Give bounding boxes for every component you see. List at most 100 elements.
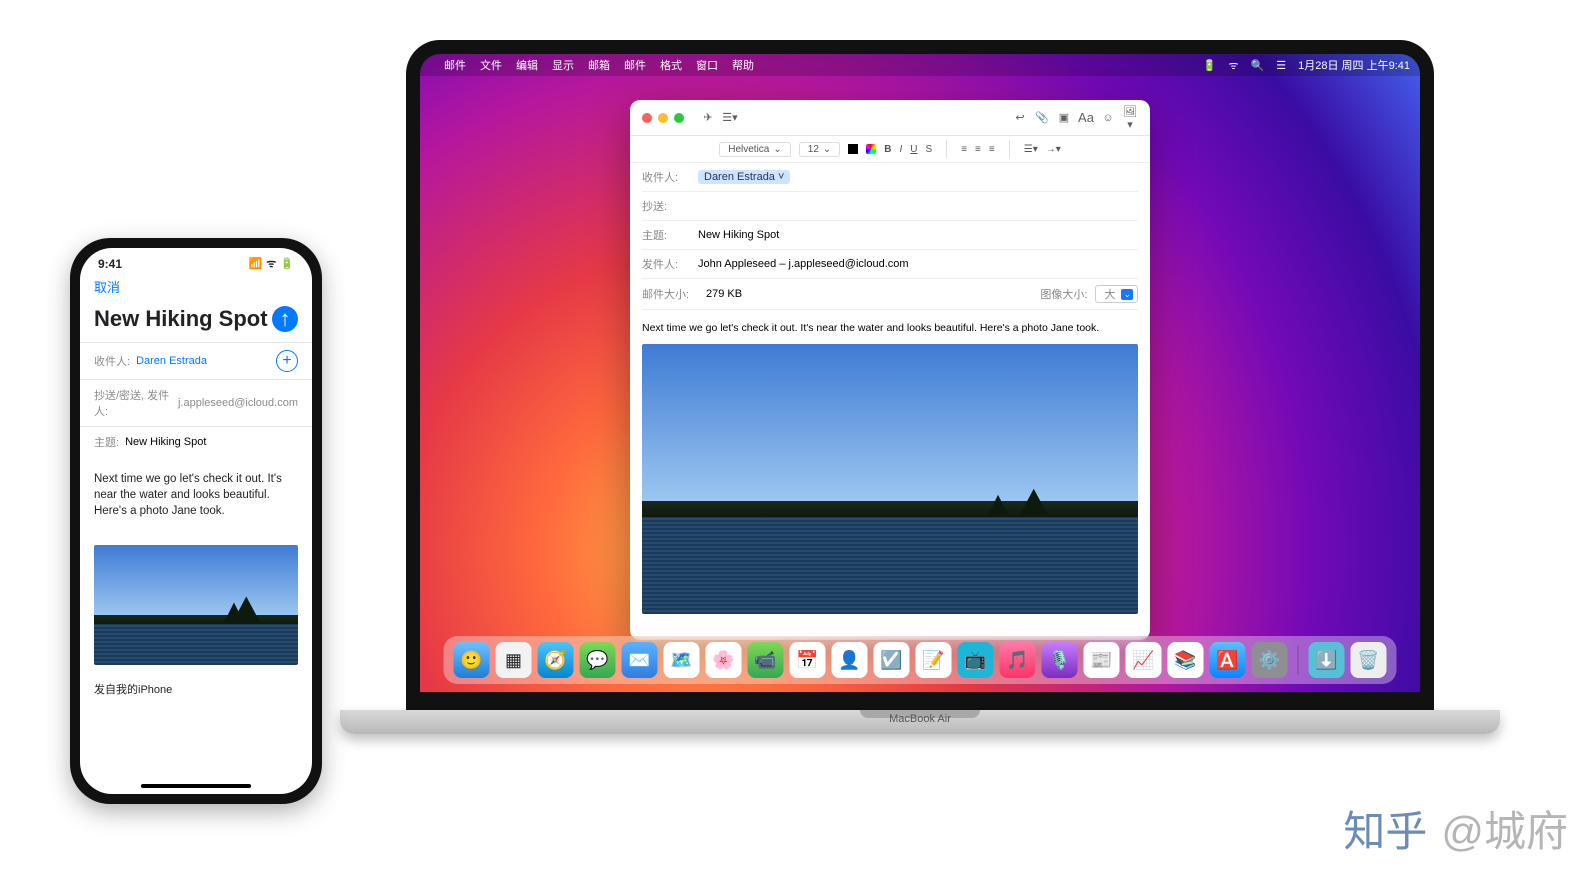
dock-books-icon[interactable]: 📚 [1168, 642, 1204, 678]
dock-photos-icon[interactable]: 🌸 [706, 642, 742, 678]
align-center-button[interactable]: ≡ [975, 144, 981, 155]
macos-menubar: 邮件 文件 编辑 显示 邮箱 邮件 格式 窗口 帮助 🔋 ᯤ 🔍 ☰ 1月28日… [420, 54, 1420, 76]
mail-body[interactable]: Next time we go let's check it out. It's… [630, 310, 1150, 626]
to-label: 收件人: [642, 169, 690, 185]
window-close-button[interactable] [642, 113, 652, 123]
header-fields-icon[interactable]: ☰▾ [722, 111, 738, 124]
battery-icon: 🔋 [280, 257, 294, 270]
list-button[interactable]: ☰▾ [1024, 144, 1038, 155]
dock-podcasts-icon[interactable]: 🎙️ [1042, 642, 1078, 678]
ios-ccfrom-label: 抄送/密送, 发件人: [94, 387, 172, 419]
window-minimize-button[interactable] [658, 113, 668, 123]
ios-status-bar: 9:41 📶 ᯤ 🔋 [80, 248, 312, 271]
dock-mail-icon[interactable]: ✉️ [622, 642, 658, 678]
menubar-item[interactable]: 文件 [480, 57, 502, 73]
bold-button[interactable]: B [884, 144, 891, 155]
wifi-icon[interactable]: ᯤ [1229, 58, 1239, 73]
from-label: 发件人: [642, 256, 690, 272]
menubar-item[interactable]: 邮件 [624, 57, 646, 73]
dock-news-icon[interactable]: 📰 [1084, 642, 1120, 678]
dock-finder-icon[interactable]: 🙂 [454, 642, 490, 678]
send-icon[interactable]: ✈︎ [700, 111, 716, 124]
ios-ccfrom-value[interactable]: j.appleseed@icloud.com [178, 397, 298, 409]
iphone-device: 9:41 📶 ᯤ 🔋 取消 New Hiking Spot ↑ 收件人: Dar… [70, 238, 322, 804]
ios-mail-body[interactable]: Next time we go let's check it out. It's… [80, 457, 312, 533]
ios-attached-photo[interactable] [94, 545, 298, 665]
attached-photo[interactable] [642, 344, 1138, 614]
dock-contacts-icon[interactable]: 👤 [832, 642, 868, 678]
color-picker-icon[interactable] [866, 144, 876, 154]
recipient-token[interactable]: Daren Estrada ˅ [698, 170, 790, 184]
from-value[interactable]: John Appleseed – j.appleseed@icloud.com [698, 258, 909, 270]
dock-maps-icon[interactable]: 🗺️ [664, 642, 700, 678]
dock-launchpad-icon[interactable]: ▦ [496, 642, 532, 678]
strikethrough-button[interactable]: S [926, 144, 933, 155]
menubar-item[interactable]: 邮箱 [588, 57, 610, 73]
italic-button[interactable]: I [900, 144, 903, 155]
menubar-item[interactable]: 编辑 [516, 57, 538, 73]
photo-browser-icon[interactable]: 🖼▾ [1122, 105, 1138, 131]
dock-messages-icon[interactable]: 💬 [580, 642, 616, 678]
window-traffic-lights [642, 113, 684, 123]
underline-button[interactable]: U [910, 144, 917, 155]
ios-subject-label: 主题: [94, 434, 119, 450]
format-bar: Helvetica ⌄ 12 ⌄ B I U S ≡ ≡ ≡ ☰▾ →▾ [630, 136, 1150, 163]
menubar-item[interactable]: 显示 [552, 57, 574, 73]
home-indicator[interactable] [141, 784, 251, 788]
text-color-button[interactable] [848, 144, 858, 154]
dock-tv-icon[interactable]: 📺 [958, 642, 994, 678]
iphone-screen: 9:41 📶 ᯤ 🔋 取消 New Hiking Spot ↑ 收件人: Dar… [80, 248, 312, 794]
menubar-datetime[interactable]: 1月28日 周四 上午9:41 [1298, 57, 1410, 73]
menubar-item[interactable]: 帮助 [732, 57, 754, 73]
window-zoom-button[interactable] [674, 113, 684, 123]
compose-title: New Hiking Spot [94, 306, 268, 332]
mail-compose-window: ✈︎ ☰▾ ↩︎ 📎 ▣ Aa ☺ 🖼▾ Helvetica ⌄ 12 ⌄ B [630, 100, 1150, 640]
image-size-label: 图像大小: [1040, 286, 1087, 302]
ios-status-time: 9:41 [98, 257, 122, 271]
emoji-icon[interactable]: ☺ [1100, 112, 1116, 124]
control-center-icon[interactable]: ☰ [1276, 59, 1286, 72]
align-right-button[interactable]: ≡ [989, 144, 995, 155]
mail-size-value: 279 KB [706, 288, 742, 300]
dock-music-icon[interactable]: 🎵 [1000, 642, 1036, 678]
reply-icon[interactable]: ↩︎ [1012, 111, 1028, 124]
watermark-author: @城府 [1441, 798, 1568, 859]
markup-icon[interactable]: ▣ [1056, 111, 1072, 124]
send-button[interactable]: ↑ [272, 306, 298, 332]
watermark: 知乎 @城府 [1343, 798, 1568, 859]
menubar-item[interactable]: 格式 [660, 57, 682, 73]
dock-stocks-icon[interactable]: 📈 [1126, 642, 1162, 678]
dock-settings-icon[interactable]: ⚙️ [1252, 642, 1288, 678]
dock-trash-icon[interactable]: 🗑️ [1351, 642, 1387, 678]
add-recipient-button[interactable]: + [276, 350, 298, 372]
dock-appstore-icon[interactable]: 🅰️ [1210, 642, 1246, 678]
font-format-icon[interactable]: Aa [1078, 110, 1094, 125]
ios-navbar: 取消 [80, 271, 312, 302]
menubar-item[interactable]: 邮件 [444, 57, 466, 73]
ios-body-text: Next time we go let's check it out. It's… [94, 473, 282, 517]
dock-reminders-icon[interactable]: ☑️ [874, 642, 910, 678]
ios-signature[interactable]: 发自我的iPhone [80, 665, 312, 713]
ios-to-value[interactable]: Daren Estrada [136, 355, 207, 367]
mail-body-text: Next time we go let's check it out. It's… [642, 322, 1138, 334]
dock-separator [1298, 645, 1299, 675]
dock-calendar-icon[interactable]: 📅 [790, 642, 826, 678]
cancel-button[interactable]: 取消 [94, 277, 120, 296]
search-icon[interactable]: 🔍 [1251, 59, 1265, 72]
dock-facetime-icon[interactable]: 📹 [748, 642, 784, 678]
dock-notes-icon[interactable]: 📝 [916, 642, 952, 678]
indent-button[interactable]: →▾ [1046, 144, 1061, 155]
mail-headers: 收件人: Daren Estrada ˅ 抄送: 主题: New Hiking … [630, 163, 1150, 310]
ios-subject-value[interactable]: New Hiking Spot [125, 436, 206, 448]
battery-icon[interactable]: 🔋 [1203, 59, 1217, 72]
subject-field[interactable]: New Hiking Spot [698, 229, 779, 241]
dock-downloads-icon[interactable]: ⬇️ [1309, 642, 1345, 678]
macos-dock: 🙂 ▦ 🧭 💬 ✉️ 🗺️ 🌸 📹 📅 👤 ☑️ 📝 📺 🎵 🎙️ 📰 📈 📚 … [444, 636, 1397, 684]
menubar-item[interactable]: 窗口 [696, 57, 718, 73]
image-size-select[interactable]: 大⌄ [1095, 285, 1138, 303]
dock-safari-icon[interactable]: 🧭 [538, 642, 574, 678]
attach-icon[interactable]: 📎 [1034, 111, 1050, 124]
align-left-button[interactable]: ≡ [961, 144, 967, 155]
font-family-select[interactable]: Helvetica ⌄ [719, 142, 791, 157]
font-size-select[interactable]: 12 ⌄ [799, 142, 841, 157]
